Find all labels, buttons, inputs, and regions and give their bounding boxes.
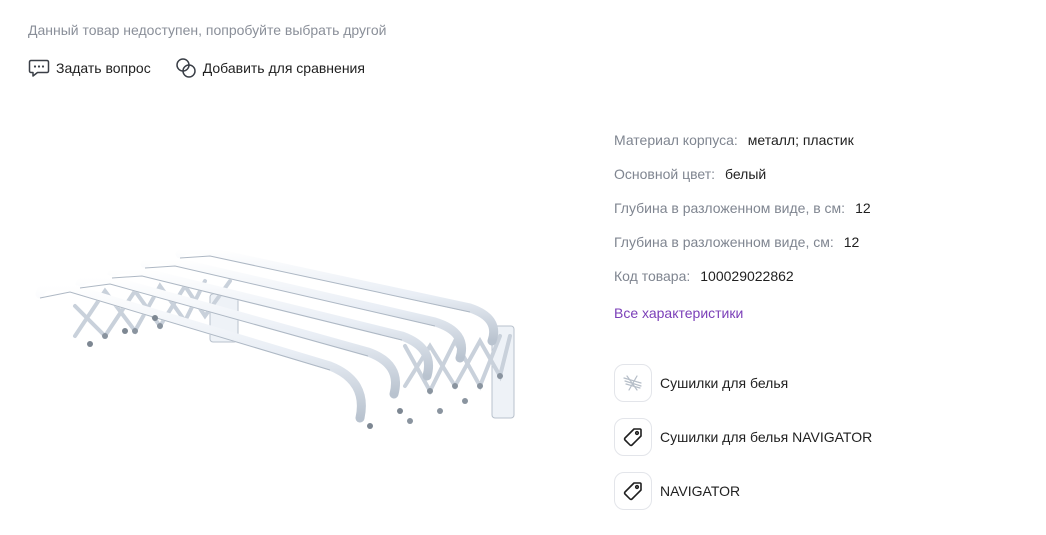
spec-value: 12 (843, 234, 860, 250)
category-dryers[interactable]: Сушилки для белья (614, 364, 872, 402)
chat-bubble-icon (28, 58, 50, 78)
product-actions: Задать вопрос Добавить для сравнения (28, 57, 365, 79)
unavailable-notice: Данный товар недоступен, попробуйте выбр… (28, 22, 387, 38)
tag-icon (614, 472, 652, 510)
all-specs-link[interactable]: Все характеристики (614, 305, 743, 321)
add-to-compare-button[interactable]: Добавить для сравнения (175, 57, 365, 79)
spec-value: металл; пластик (747, 132, 854, 148)
category-links: Сушилки для белья Сушилки для белья NAVI… (614, 364, 872, 526)
spec-value: 100029022862 (700, 268, 794, 284)
tag-icon (614, 418, 652, 456)
spec-key: Код товара: (614, 268, 691, 284)
specs-list: Материал корпуса: металл; пластик Основн… (614, 132, 871, 302)
clothes-dryer-rack-image (35, 244, 515, 429)
spec-row: Основной цвет: белый (614, 166, 871, 200)
category-label: NAVIGATOR (660, 483, 741, 499)
dryer-thumbnail-icon (614, 364, 652, 402)
spec-value: 12 (855, 200, 871, 216)
ask-question-label: Задать вопрос (56, 60, 151, 76)
category-dryers-navigator[interactable]: Сушилки для белья NAVIGATOR (614, 418, 872, 456)
ask-question-button[interactable]: Задать вопрос (28, 57, 151, 79)
spec-row: Код товара: 100029022862 (614, 268, 871, 302)
product-image[interactable] (30, 236, 525, 436)
spec-row: Глубина в разложенном виде, в см: 12 (614, 200, 871, 234)
compare-circles-icon (175, 57, 197, 79)
spec-key: Основной цвет: (614, 166, 715, 182)
add-to-compare-label: Добавить для сравнения (202, 60, 365, 76)
category-label: Сушилки для белья (660, 375, 789, 391)
spec-row: Глубина в разложенном виде, см: 12 (614, 234, 871, 268)
category-label: Сушилки для белья NAVIGATOR (660, 429, 873, 445)
spec-value: белый (725, 166, 767, 182)
spec-key: Глубина в разложенном виде, см: (614, 234, 834, 250)
spec-row: Материал корпуса: металл; пластик (614, 132, 871, 166)
spec-key: Материал корпуса: (614, 132, 738, 148)
spec-key: Глубина в разложенном виде, в см: (614, 200, 846, 216)
category-navigator[interactable]: NAVIGATOR (614, 472, 872, 510)
